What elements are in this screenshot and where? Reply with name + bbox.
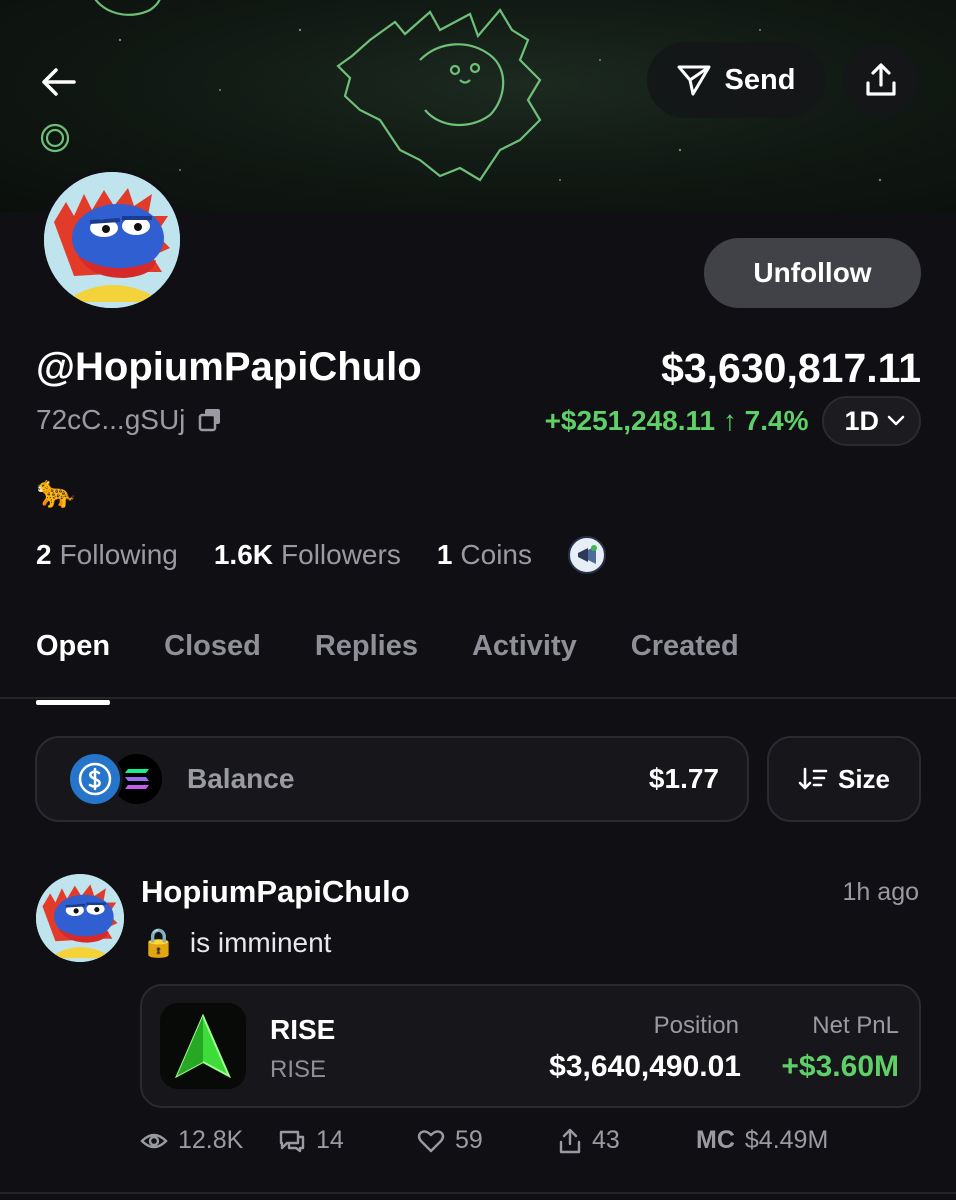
coins-count: 1 [436, 539, 453, 570]
sort-icon [798, 767, 828, 790]
share-button[interactable] [843, 42, 919, 118]
following-label: Following [59, 539, 178, 570]
arrow-left-icon [42, 68, 76, 96]
rise-token-logo [160, 1003, 246, 1089]
arrow-up-logo-icon [175, 1014, 231, 1078]
comment-icon [279, 1130, 305, 1152]
post-username[interactable]: HopiumPapiChulo [141, 874, 410, 910]
profile-avatar [40, 168, 184, 312]
period-label: 1D [844, 405, 879, 436]
market-cap-value: $4.49M [744, 1126, 829, 1154]
share-icon [559, 1128, 581, 1153]
post-text-body: is imminent [189, 926, 332, 958]
lock-emoji-icon: 🔒 [141, 927, 176, 958]
pnl-change: +$251,248.11 ↑ 7.4% [544, 405, 809, 436]
position-value: $3,640,490.01 [549, 1050, 741, 1083]
balance-token-icons [67, 751, 167, 807]
balance-label: Balance [187, 763, 295, 794]
post-text: 🔒 is imminent [141, 926, 331, 959]
views-metric: 12.8K [140, 1126, 243, 1155]
post-avatar[interactable] [36, 874, 124, 962]
balance-value: $1.77 [648, 763, 719, 794]
net-pnl-value: +$3.60M [781, 1050, 899, 1083]
usdc-icon [67, 751, 123, 807]
post-metrics: 12.8K 14 59 43 MC $4.49M [140, 1126, 921, 1162]
shares-metric[interactable]: 43 [558, 1126, 620, 1155]
pnl-row: +$251,248.11 ↑ 7.4% 1D [545, 396, 921, 446]
eye-icon [140, 1133, 168, 1148]
wallet-address[interactable]: 72cC...gSUj [36, 404, 223, 436]
post-timestamp: 1h ago [842, 878, 919, 906]
likes-metric[interactable]: 59 [417, 1126, 483, 1155]
tab-open[interactable]: Open [36, 630, 111, 705]
net-pnl-label: Net PnL [812, 1012, 899, 1039]
send-label: Send [724, 63, 796, 96]
token-ticker: RISE [270, 1056, 327, 1083]
profile-handle: @HopiumPapiChulo [36, 345, 422, 389]
tab-created[interactable]: Created [631, 630, 739, 685]
position-card[interactable]: RISE RISE Position $3,640,490.01 Net PnL… [140, 984, 921, 1108]
tab-activity[interactable]: Activity [472, 630, 577, 685]
profile-stats: 2 Following 1.6K Followers 1 Coins [36, 536, 606, 574]
replies-metric[interactable]: 14 [278, 1126, 344, 1155]
coins-label: Coins [460, 539, 532, 570]
post-divider [0, 1192, 956, 1194]
portfolio-total-value: $3,630,817.11 [661, 345, 921, 391]
megaphone-icon [578, 545, 597, 564]
profile-bio: 🐆 [36, 473, 76, 509]
unfollow-button[interactable]: Unfollow [704, 238, 921, 308]
coins-stat[interactable]: 1 Coins [437, 539, 532, 571]
market-cap-metric: MC $4.49M [696, 1126, 828, 1155]
chevron-down-icon [887, 415, 905, 426]
followers-stat[interactable]: 1.6K Followers [214, 539, 401, 571]
copy-icon[interactable] [197, 407, 223, 433]
followers-label: Followers [281, 539, 401, 570]
market-cap-label: MC [696, 1126, 735, 1154]
tab-closed[interactable]: Closed [164, 630, 261, 685]
heart-icon [417, 1129, 445, 1152]
shares-count: 43 [592, 1126, 620, 1154]
coin-badge-icon[interactable] [568, 536, 606, 574]
following-stat[interactable]: 2 Following [36, 539, 178, 571]
tabs-divider [0, 697, 956, 699]
token-name: RISE [270, 1014, 336, 1045]
paper-plane-icon [677, 65, 711, 96]
replies-count: 14 [316, 1126, 344, 1154]
position-label: Position [653, 1012, 739, 1039]
pepe-avatar-image [44, 172, 180, 308]
likes-count: 59 [455, 1126, 483, 1154]
sort-size-label: Size [837, 763, 891, 794]
sort-size-button[interactable]: Size [767, 736, 921, 822]
tab-replies[interactable]: Replies [315, 630, 418, 685]
wallet-address-text: 72cC...gSUj [36, 404, 186, 435]
views-count: 12.8K [178, 1126, 244, 1154]
following-count: 2 [36, 539, 52, 570]
followers-count: 1.6K [213, 539, 274, 570]
send-button[interactable]: Send [647, 42, 825, 118]
profile-tabs: Open Closed Replies Activity Created [36, 630, 739, 705]
share-icon [866, 63, 896, 96]
pepe-avatar-image [36, 874, 124, 962]
balance-card[interactable]: Balance $1.77 [35, 736, 749, 822]
back-button[interactable] [40, 52, 110, 112]
period-selector[interactable]: 1D [822, 396, 921, 446]
